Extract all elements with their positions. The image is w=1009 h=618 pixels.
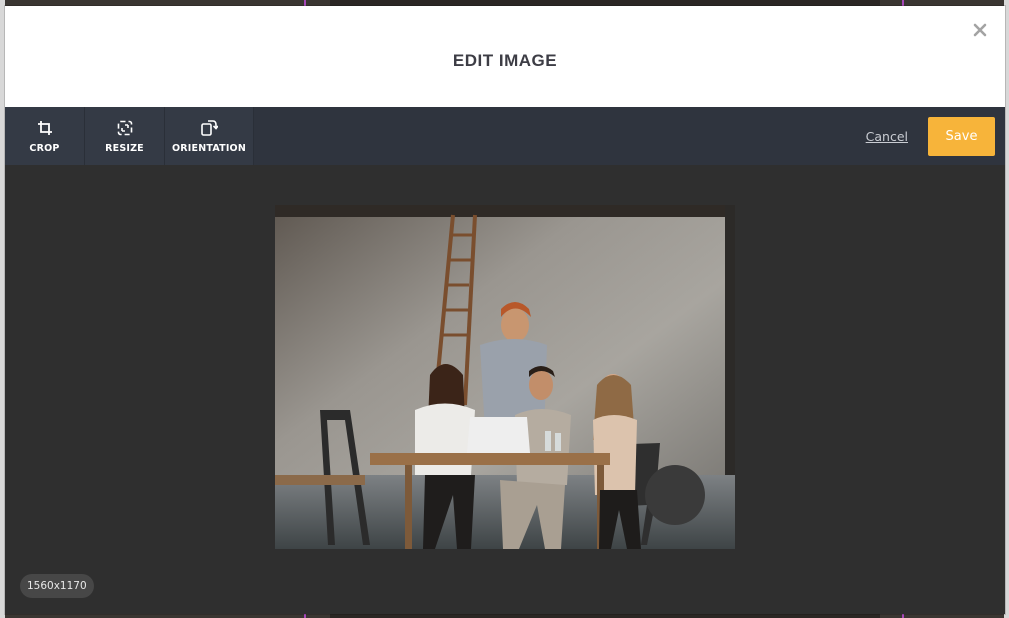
modal-header: EDIT IMAGE xyxy=(5,6,1005,107)
image-dimensions-badge: 1560x1170 xyxy=(20,574,94,598)
resize-tool-button[interactable]: RESIZE xyxy=(85,107,165,165)
crop-tool-label: CROP xyxy=(29,142,60,154)
edit-image-modal: EDIT IMAGE CROP RESIZE ORIENTATION Cance… xyxy=(5,6,1005,614)
modal-title: EDIT IMAGE xyxy=(452,51,558,70)
edited-photo[interactable] xyxy=(275,205,735,549)
cancel-link[interactable]: Cancel xyxy=(866,129,908,144)
resize-tool-label: RESIZE xyxy=(105,142,144,154)
resize-icon xyxy=(117,120,132,135)
close-icon xyxy=(973,23,987,37)
photo-illustration xyxy=(275,205,735,549)
close-button[interactable] xyxy=(972,22,988,38)
crop-tool-button[interactable]: CROP xyxy=(5,107,85,165)
orientation-icon xyxy=(201,119,218,136)
crop-icon xyxy=(37,120,52,135)
save-button[interactable]: Save xyxy=(928,117,995,156)
image-canvas: 1560x1170 xyxy=(5,165,1005,614)
orientation-tool-button[interactable]: ORIENTATION xyxy=(165,107,254,165)
editor-toolbar: CROP RESIZE ORIENTATION Cancel Save xyxy=(5,107,1005,165)
orientation-tool-label: ORIENTATION xyxy=(172,142,246,154)
